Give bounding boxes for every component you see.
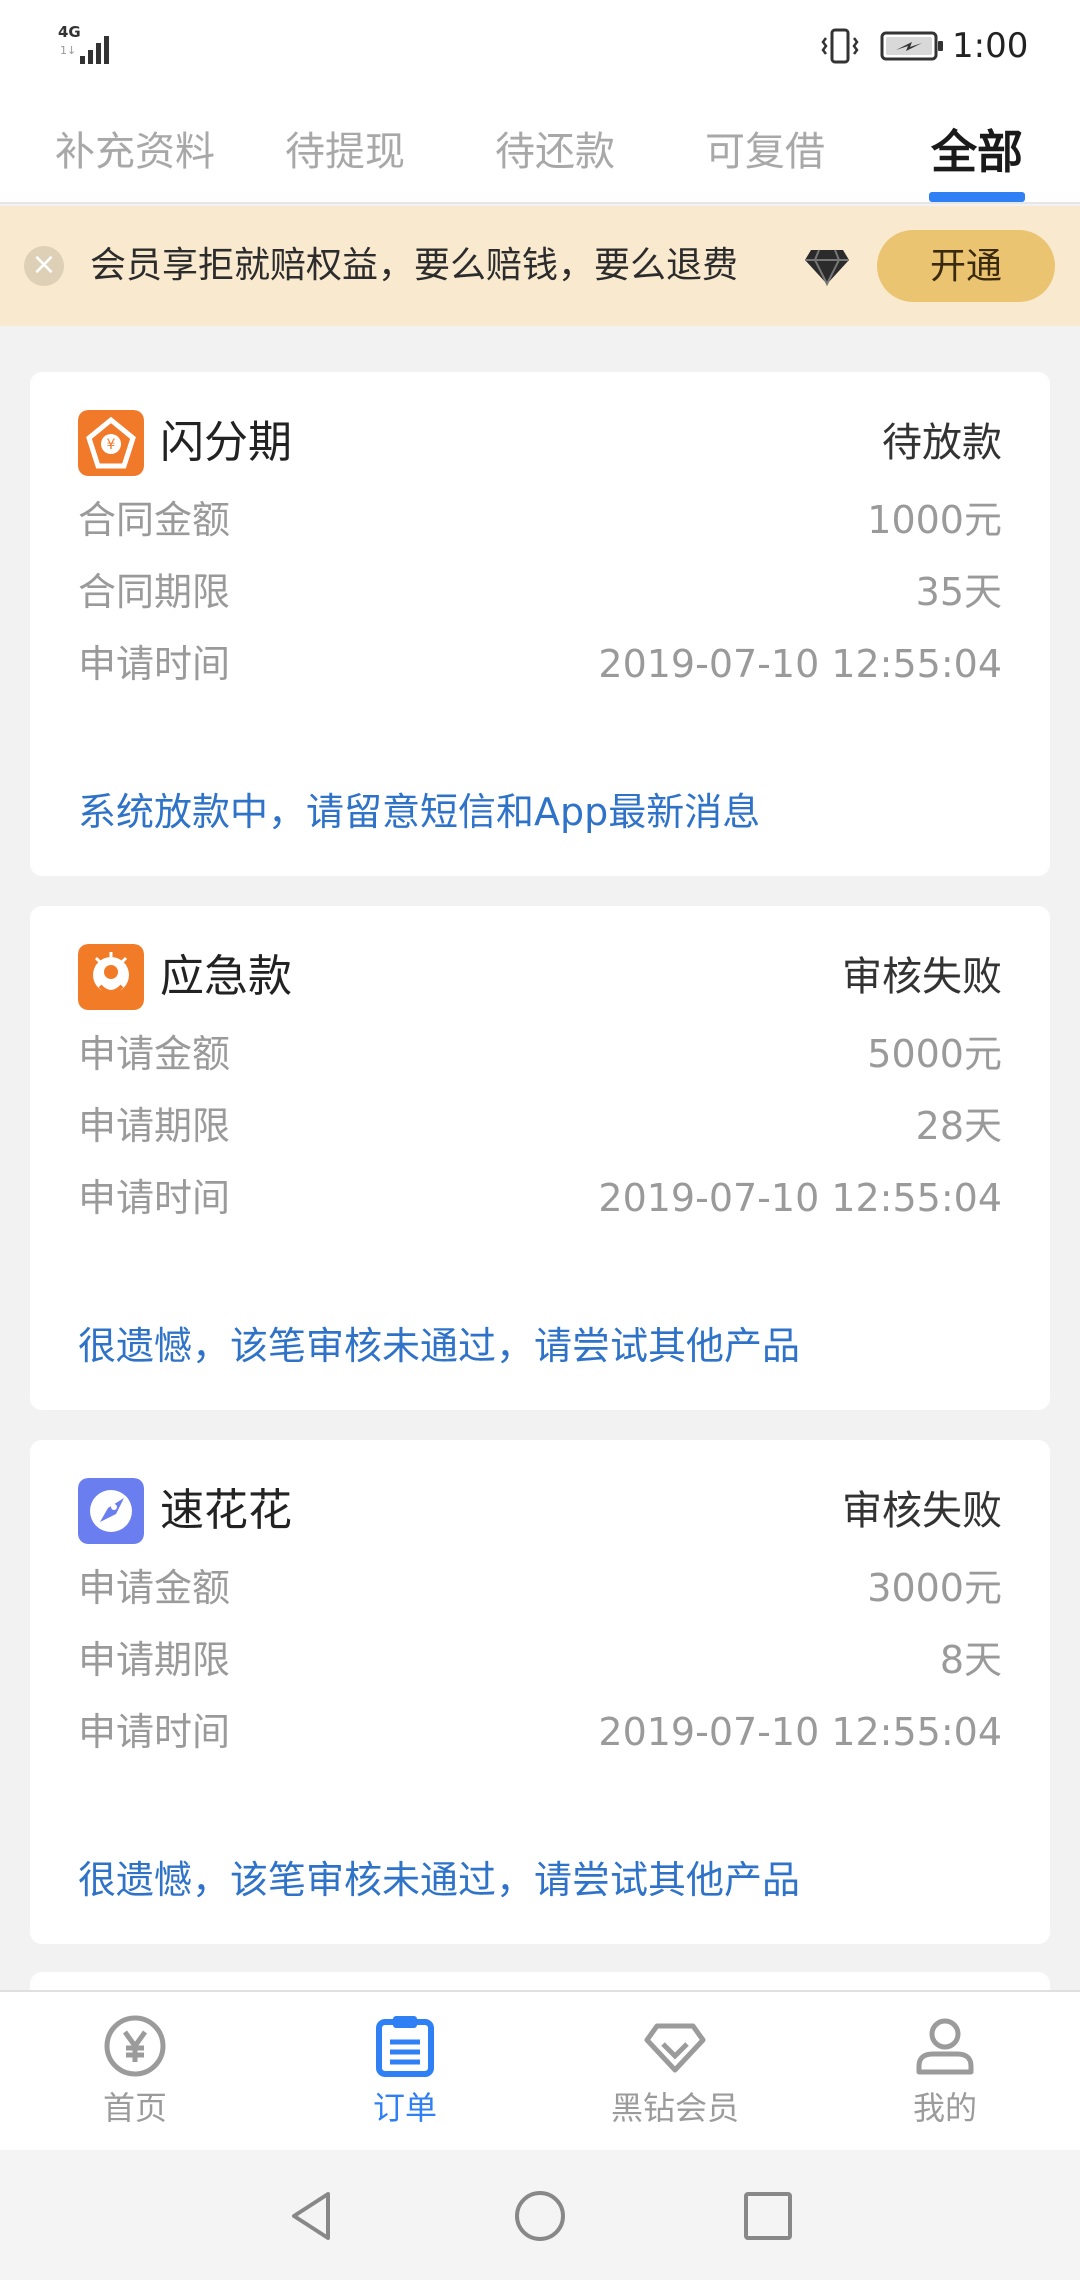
yen-coin-icon — [104, 2015, 166, 2077]
nav-label: 订单 — [372, 2089, 437, 2127]
order-note: 很遗憾，该笔审核未通过，请尝试其他产品 — [78, 1858, 801, 1902]
row-value: 2019-07-10 12:55:04 — [598, 1176, 1002, 1220]
bottom-nav: 首页 订单 黑钻会员 我的 — [0, 1990, 1080, 2150]
order-status: 审核失败 — [842, 1488, 1002, 1534]
product-name: 应急款 — [160, 951, 292, 1002]
order-status: 审核失败 — [842, 954, 1002, 1000]
nav-black-diamond[interactable]: 黑钻会员 — [540, 1992, 810, 2152]
nav-profile[interactable]: 我的 — [810, 1992, 1080, 2152]
row-label: 申请时间 — [78, 1176, 231, 1220]
order-note: 很遗憾，该笔审核未通过，请尝试其他产品 — [78, 1324, 801, 1368]
order-status: 待放款 — [882, 420, 1002, 466]
product-name: 速花花 — [160, 1485, 292, 1536]
diamond-icon — [805, 249, 849, 287]
row-value: 28天 — [915, 1104, 1002, 1148]
tab-supplement-info[interactable]: 补充资料 — [20, 92, 250, 204]
nav-label: 我的 — [912, 2089, 977, 2127]
vibrate-icon — [821, 28, 859, 64]
banner-text: 会员享拒就赔权益，要么赔钱，要么退费 — [90, 245, 739, 286]
row-label: 申请时间 — [78, 642, 231, 686]
clock: 1:00 — [952, 26, 1029, 66]
close-icon[interactable]: × — [24, 246, 64, 286]
row-label: 合同期限 — [78, 570, 231, 614]
diamond-icon — [644, 2023, 706, 2073]
suhuahua-logo-icon — [78, 1478, 144, 1544]
network-activity-label: 1↓ — [60, 44, 77, 57]
signal-icon: 4G 1↓ — [58, 24, 116, 64]
order-card[interactable]: 速花花 审核失败 申请金额 3000元 申请期限 8天 申请时间 2019-07… — [30, 1440, 1050, 1944]
activate-membership-button[interactable]: 开通 — [877, 230, 1055, 302]
recents-icon[interactable] — [740, 2188, 796, 2244]
row-value: 5000元 — [867, 1032, 1002, 1076]
clipboard-icon — [376, 2016, 434, 2077]
row-label: 申请时间 — [78, 1710, 231, 1754]
shanfenqi-logo-icon: ¥ — [78, 410, 144, 476]
tab-pending-repayment[interactable]: 待还款 — [440, 92, 670, 204]
yingjikuan-logo-icon — [78, 944, 144, 1010]
row-value: 1000元 — [867, 498, 1002, 542]
status-bar: 4G 1↓ 1:00 — [0, 0, 1080, 92]
order-note: 系统放款中，请留意短信和App最新消息 — [78, 790, 761, 834]
row-value: 2019-07-10 12:55:04 — [598, 1710, 1002, 1754]
product-name: 闪分期 — [160, 417, 292, 468]
back-icon[interactable] — [284, 2188, 340, 2244]
tab-all[interactable]: 全部 — [890, 92, 1064, 204]
nav-label: 首页 — [102, 2089, 167, 2127]
active-tab-indicator — [929, 192, 1025, 202]
system-nav-bar — [0, 2150, 1080, 2280]
nav-home[interactable]: 首页 — [0, 1992, 270, 2152]
tab-pending-withdrawal[interactable]: 待提现 — [230, 92, 460, 204]
row-value: 35天 — [915, 570, 1002, 614]
person-icon — [916, 2018, 974, 2075]
nav-label: 黑钻会员 — [610, 2089, 739, 2127]
order-card[interactable]: ¥ 闪分期 待放款 合同金额 1000元 合同期限 35天 申请时间 2019-… — [30, 372, 1050, 876]
network-type-label: 4G — [58, 23, 81, 41]
battery-charging-icon — [880, 31, 943, 61]
membership-banner: × 会员享拒就赔权益，要么赔钱，要么退费 开通 — [0, 206, 1080, 326]
nav-orders[interactable]: 订单 — [270, 1992, 540, 2152]
row-value: 3000元 — [867, 1566, 1002, 1610]
row-label: 申请期限 — [78, 1104, 231, 1148]
row-label: 申请金额 — [78, 1032, 231, 1076]
tab-reborrowable[interactable]: 可复借 — [650, 92, 880, 204]
row-value: 8天 — [939, 1638, 1002, 1682]
order-filter-tabs: 补充资料 待提现 待还款 可复借 全部 — [0, 92, 1080, 204]
row-label: 申请金额 — [78, 1566, 231, 1610]
svg-text:¥: ¥ — [107, 437, 116, 453]
row-label: 申请期限 — [78, 1638, 231, 1682]
row-label: 合同金额 — [78, 498, 231, 542]
home-icon[interactable] — [512, 2188, 568, 2244]
order-card[interactable]: 应急款 审核失败 申请金额 5000元 申请期限 28天 申请时间 2019-0… — [30, 906, 1050, 1410]
row-value: 2019-07-10 12:55:04 — [598, 642, 1002, 686]
